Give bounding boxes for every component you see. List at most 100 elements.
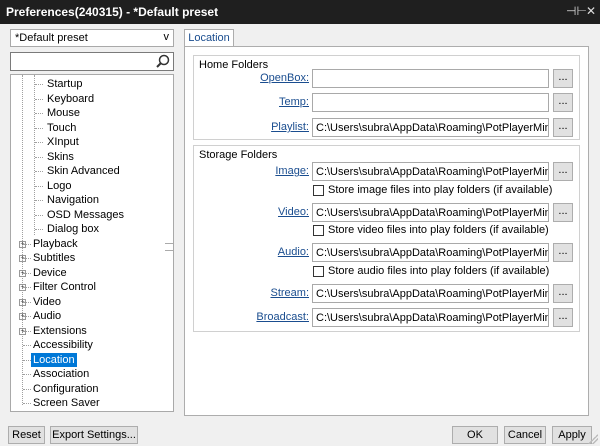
tree-item[interactable]: XInput [45,135,81,149]
window-title: Preferences(240315) - *Default preset [6,5,219,19]
tree-item[interactable]: Association [31,367,91,381]
tree-item[interactable]: Logo [45,179,73,193]
image-path-input[interactable]: C:\Users\subra\AppData\Roaming\PotPlayer… [312,162,549,181]
tree-item[interactable]: Subtitles [31,251,77,265]
tree-guide-line [35,171,43,172]
title-bar: Preferences(240315) - *Default preset ⊣⊢… [0,0,600,24]
temp-browse-button[interactable]: ... [553,93,573,112]
openbox-browse-button[interactable]: ... [553,69,573,88]
stream-path-input[interactable]: C:\Users\subra\AppData\Roaming\PotPlayer… [312,284,549,303]
export-settings-button[interactable]: Export Settings... [50,426,138,444]
audio-path-input[interactable]: C:\Users\subra\AppData\Roaming\PotPlayer… [312,243,549,262]
playlist-browse-button[interactable]: ... [553,118,573,137]
storage-folders-title: Storage Folders [199,149,278,161]
checkbox-box[interactable] [313,266,324,277]
tree-guide-line [23,403,31,404]
tree-guide-line [35,156,43,158]
tree-guide-line [35,185,43,187]
search-input[interactable] [10,52,174,71]
tree-item[interactable]: Configuration [31,382,100,396]
tree-item[interactable]: Skins [45,150,76,164]
tree-guide-line [35,229,43,230]
reset-button[interactable]: Reset [8,426,45,444]
pin-icon[interactable]: ⊣⊢ [566,3,587,19]
checkbox-label: Store audio files into play folders (if … [328,265,550,277]
settings-tree[interactable]: Startup Keyboard Mouse Touch XInput Skins Skin… [10,74,174,412]
tree-scrollbar[interactable] [165,75,173,411]
stream-browse-button[interactable]: ... [553,284,573,303]
image-store-checkbox[interactable]: Store image files into play folders (if … [313,184,563,198]
tree-item[interactable]: Video [31,295,63,309]
tree-guide-line [35,98,43,100]
expand-icon[interactable]: + [19,284,26,291]
expand-icon[interactable]: + [19,269,26,277]
expand-icon[interactable]: + [19,298,26,306]
expand-icon[interactable]: + [19,327,26,335]
expand-icon[interactable]: + [19,255,26,262]
tree-guide-line [23,388,31,390]
tree-item[interactable]: Mouse [45,106,82,120]
temp-path-input[interactable] [312,93,549,112]
image-browse-button[interactable]: ... [553,162,573,181]
tree-item[interactable]: Playback [31,237,80,251]
location-panel: Home Folders Storage Folders OpenBox:...… [184,46,589,416]
tree-item[interactable]: Dialog box [45,222,101,236]
tab-location[interactable]: Location [184,29,234,47]
tree-item[interactable]: OSD Messages [45,208,126,222]
preset-value: *Default preset [15,32,88,44]
broadcast-path-input[interactable]: C:\Users\subra\AppData\Roaming\PotPlayer… [312,308,549,327]
temp-label[interactable]: Temp: [233,96,309,108]
image-label[interactable]: Image: [233,165,309,177]
broadcast-browse-button[interactable]: ... [553,308,573,327]
video-label[interactable]: Video: [233,206,309,218]
audio-store-checkbox[interactable]: Store audio files into play folders (if … [313,265,563,279]
stream-label[interactable]: Stream: [233,287,309,299]
tree-guide-line [23,359,31,361]
audio-browse-button[interactable]: ... [553,243,573,262]
tree-item[interactable]: Touch [45,121,78,135]
tree-guide-line [35,142,43,143]
tree-guide-line [23,374,31,375]
apply-button[interactable]: Apply [552,426,592,444]
tree-guide-line [35,214,43,216]
checkbox-label: Store image files into play folders (if … [328,184,553,196]
expand-icon[interactable]: + [19,240,26,248]
playlist-path-input[interactable]: C:\Users\subra\AppData\Roaming\PotPlayer… [312,118,549,137]
checkbox-label: Store video files into play folders (if … [328,224,549,236]
chevron-down-icon: v [163,31,170,43]
ok-button[interactable]: OK [452,426,498,444]
tree-item[interactable]: Accessibility [31,338,95,352]
scrollbar-grip[interactable] [165,243,173,251]
broadcast-label[interactable]: Broadcast: [233,311,309,323]
tree-item[interactable]: Navigation [45,193,101,207]
checkbox-box[interactable] [313,225,324,236]
tree-item[interactable]: Extensions [31,324,89,338]
tree-item[interactable]: Device [31,266,69,280]
audio-label[interactable]: Audio: [233,246,309,258]
tree-item[interactable]: Skin Advanced [45,164,122,178]
expand-icon[interactable]: + [19,313,26,320]
tree-item[interactable]: Filter Control [31,280,98,294]
checkbox-box[interactable] [313,185,324,196]
video-store-checkbox[interactable]: Store video files into play folders (if … [313,224,563,238]
openbox-path-input[interactable] [312,69,549,88]
tree-item[interactable]: Startup [45,77,84,91]
tree-item[interactable]: Keyboard [45,92,96,106]
tree-guide-line [35,84,43,85]
tree-guide-line [23,345,31,346]
close-icon[interactable]: ✕ [584,3,598,19]
cancel-button[interactable]: Cancel [504,426,546,444]
resize-grip[interactable] [588,434,598,444]
video-path-input[interactable]: C:\Users\subra\AppData\Roaming\PotPlayer… [312,203,549,222]
home-folders-title: Home Folders [199,59,269,71]
tree-item[interactable]: Audio [31,309,63,323]
playlist-label[interactable]: Playlist: [233,121,309,133]
preset-dropdown[interactable]: *Default preset v [10,29,174,47]
video-browse-button[interactable]: ... [553,203,573,222]
tree-guide-line [35,113,43,114]
openbox-label[interactable]: OpenBox: [233,72,309,84]
tree-guide-line [35,200,43,201]
tree-item[interactable]: Screen Saver [31,396,102,410]
tree-item[interactable]: Location [31,352,77,367]
search-icon[interactable] [155,54,171,69]
